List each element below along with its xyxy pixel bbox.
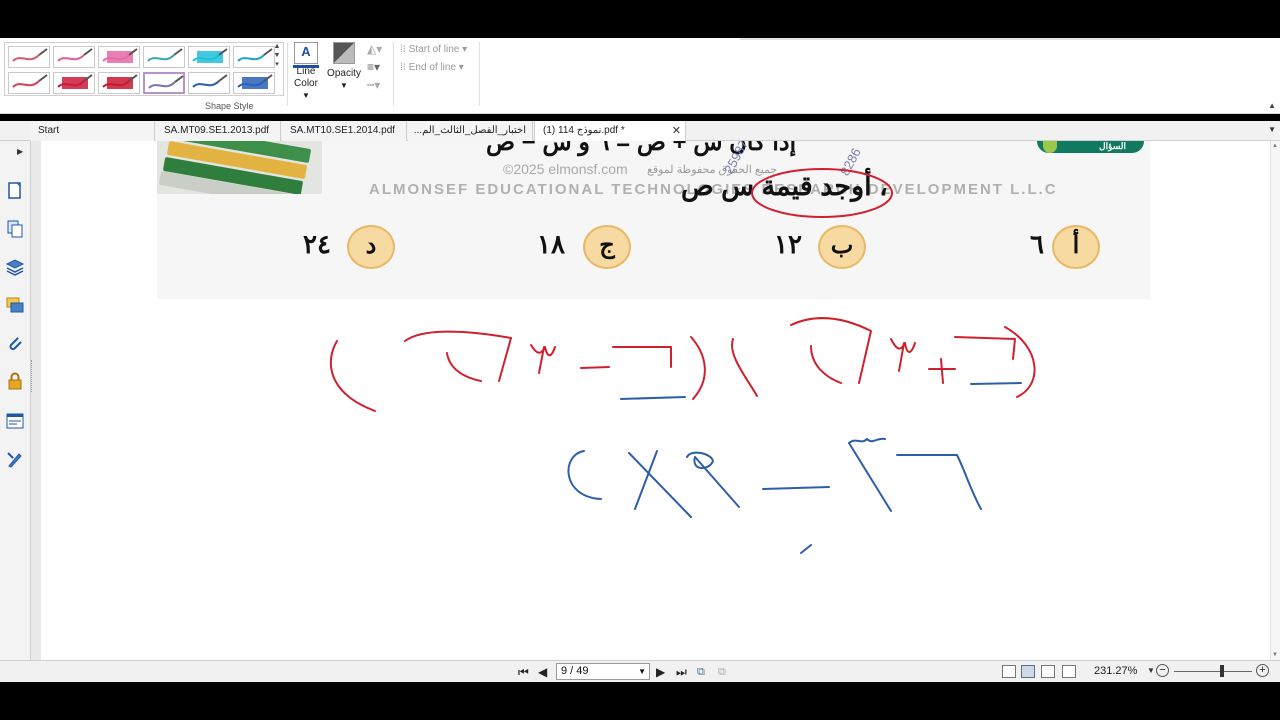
start-of-line-dropdown[interactable]: ⁞⁝ Start of line ▾ (400, 44, 467, 55)
ribbon: ▲ ▼ ▾ Shape Style A Line Color ▼ Opacity ▼… (0, 38, 1280, 114)
tab-sa-mt10[interactable]: SA.MT10.SE1.2014.pdf (282, 121, 407, 141)
page-thumbnails-icon[interactable] (5, 181, 25, 201)
tab-start[interactable]: Start (30, 121, 155, 141)
continuous-facing-view-icon[interactable] (1062, 665, 1076, 678)
tab-label: نموذج 114 (1).pdf * (543, 125, 625, 136)
opacity-label: Opacity (327, 68, 361, 79)
comments-icon[interactable] (5, 295, 25, 315)
chevron-down-icon: ▼ (302, 91, 310, 100)
zoom-level[interactable]: 231.27% (1094, 665, 1137, 677)
status-bar: ⏮ ◀ 9 / 49 ▼ ▶ ⏭ ⧉ ⧉ 231.27% ▼ − + (0, 660, 1280, 682)
facing-view-icon[interactable] (1041, 665, 1055, 678)
start-of-line-label: Start of line (408, 44, 460, 55)
next-view-icon[interactable]: ⧉ (718, 664, 726, 680)
chevron-down-icon[interactable]: ▼ (638, 664, 646, 679)
signature-tools-icon[interactable] (5, 449, 25, 469)
opacity-icon (333, 42, 355, 64)
ink-annotations[interactable] (41, 141, 1270, 660)
shape-style-swatch[interactable] (233, 72, 275, 94)
foxit-reader-window: ▲ ▼ ▾ Shape Style A Line Color ▼ Opacity ▼… (0, 0, 1280, 720)
tab-third-term-exam[interactable]: اختبار_الفصل_الثالث_الم... (408, 121, 533, 141)
page-number-field[interactable]: 9 / 49 ▼ (556, 663, 650, 680)
red-ellipse-annotation[interactable] (751, 168, 893, 218)
blue-handwriting-line[interactable] (567, 382, 1022, 554)
document-viewport[interactable]: السؤال إذا كان س + ص = ٦ و س − ص ALMONSE… (41, 141, 1270, 660)
form-fields-icon[interactable] (5, 411, 25, 431)
previous-page-icon[interactable]: ◀ (538, 664, 547, 680)
layers-icon[interactable] (5, 257, 25, 277)
shape-style-swatch[interactable] (98, 72, 140, 94)
single-page-view-icon[interactable] (1002, 665, 1016, 678)
shape-style-group-label: Shape Style (205, 101, 254, 111)
line-width-icon[interactable]: ≡▾ (367, 60, 380, 74)
zoom-slider-thumb[interactable] (1220, 665, 1224, 677)
window-bottom-black-band (0, 682, 1280, 720)
zoom-in-icon[interactable]: + (1256, 664, 1269, 677)
scroll-down-icon[interactable]: ▼ (1272, 652, 1278, 658)
chevron-down-icon[interactable]: ▼ (1147, 666, 1155, 675)
panel-gutter (31, 141, 41, 660)
ribbon-tab-line (740, 38, 1160, 40)
zoom-slider-track[interactable] (1174, 671, 1252, 672)
expand-panel-icon[interactable]: ▶ (17, 147, 23, 156)
window-top-black-band (0, 0, 1280, 38)
ribbon-separator (287, 42, 288, 106)
ribbon-collapse-icon[interactable]: ▲ (1268, 101, 1276, 110)
ribbon-separator (479, 42, 480, 106)
continuous-view-icon[interactable] (1021, 665, 1035, 678)
tab-label: Start (38, 125, 60, 136)
ribbon-separator (393, 42, 394, 106)
shape-style-swatch[interactable] (143, 46, 185, 68)
last-page-icon[interactable]: ⏭ (676, 664, 687, 680)
line-color-label-2: Color (294, 78, 318, 89)
shape-style-swatch[interactable] (53, 72, 95, 94)
shape-style-swatch[interactable] (188, 72, 230, 94)
vertical-scrollbar[interactable]: ▲ ▼ (1270, 141, 1280, 660)
shape-style-gallery (4, 42, 284, 96)
scroll-up-icon[interactable]: ▲ (1272, 143, 1278, 149)
pages-icon[interactable] (5, 219, 25, 239)
tab-sa-mt09[interactable]: SA.MT09.SE1.2013.pdf (156, 121, 281, 141)
panel-resize-handle[interactable] (31, 360, 37, 392)
zoom-out-icon[interactable]: − (1156, 664, 1169, 677)
navigation-panel: ▶ (0, 141, 31, 660)
line-color-icon: A (293, 42, 319, 68)
shape-style-swatch[interactable] (8, 46, 50, 68)
tab-label: SA.MT10.SE1.2014.pdf (290, 125, 396, 136)
shape-style-swatch[interactable] (233, 46, 275, 68)
line-color-button[interactable]: A Line Color ▼ (290, 42, 322, 102)
end-of-line-dropdown[interactable]: ⁞⁝ End of line ▾ (400, 62, 464, 73)
tab-label: SA.MT09.SE1.2013.pdf (164, 125, 270, 136)
attachments-icon[interactable] (5, 333, 25, 353)
first-page-icon[interactable]: ⏮ (518, 664, 529, 680)
shape-style-swatch[interactable] (188, 46, 230, 68)
tab-list-chevron-icon[interactable]: ▼ (1268, 125, 1276, 134)
close-icon[interactable]: ✕ (672, 121, 681, 141)
fill-color-icon[interactable]: ◭▾ (367, 42, 382, 56)
gallery-scroll[interactable]: ▲ ▼ ▾ (272, 42, 282, 96)
lock-icon[interactable] (5, 371, 25, 391)
shape-style-swatch[interactable] (53, 46, 95, 68)
page-indicator-text: 9 / 49 (561, 665, 589, 677)
shape-style-swatch[interactable] (143, 72, 185, 94)
end-of-line-label: End of line (408, 62, 457, 73)
tab-model-114[interactable]: نموذج 114 (1).pdf * ✕ (534, 121, 686, 141)
next-page-icon[interactable]: ▶ (656, 664, 665, 680)
tab-label: اختبار_الفصل_الثالث_الم... (413, 125, 526, 136)
line-style-icon[interactable]: ┅▾ (367, 78, 380, 92)
document-tab-bar: Start SA.MT09.SE1.2013.pdf SA.MT10.SE1.2… (0, 121, 1280, 141)
chevron-down-icon: ▼ (340, 81, 348, 90)
opacity-button[interactable]: Opacity ▼ (325, 42, 363, 92)
shape-style-swatch[interactable] (98, 46, 140, 68)
previous-view-icon[interactable]: ⧉ (697, 664, 705, 680)
shape-style-swatch[interactable] (8, 72, 50, 94)
